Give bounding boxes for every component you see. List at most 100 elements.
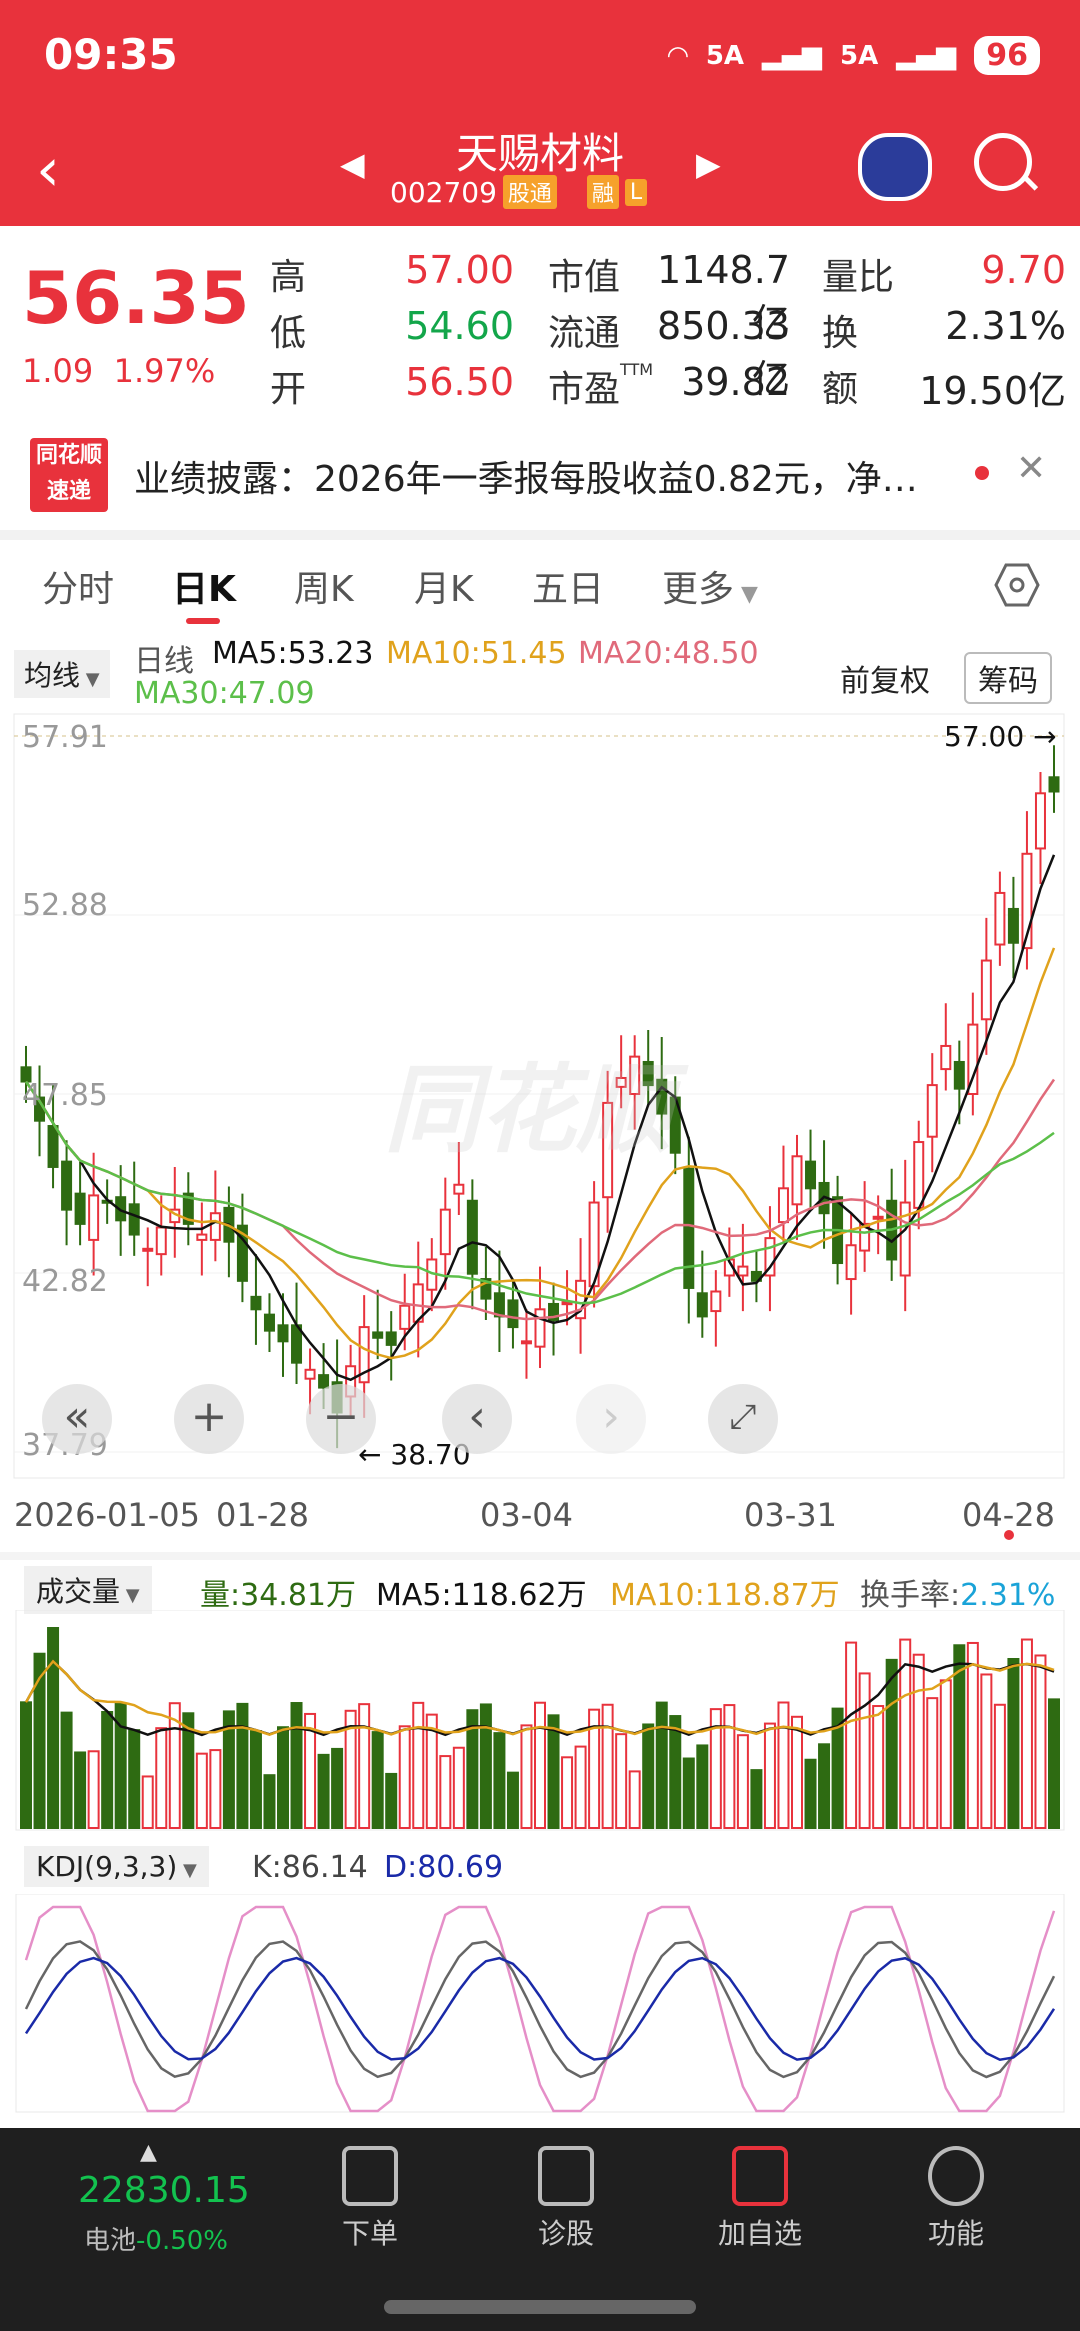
volume-bar: [534, 1701, 546, 1829]
chevron-down-icon: ▼: [120, 1585, 140, 1606]
adjust-toggle[interactable]: 前复权: [840, 656, 930, 700]
close-icon[interactable]: ✕: [1016, 448, 1046, 489]
nav-diagnose[interactable]: 诊股: [486, 2146, 646, 2252]
tab-more[interactable]: 更多 ▼: [662, 560, 758, 612]
kdj-chart[interactable]: [0, 1894, 1080, 2116]
high-value: 57.00: [405, 248, 514, 292]
x-tick: 03-04: [480, 1496, 573, 1534]
volume-bar: [926, 1697, 939, 1829]
y-tick: 57.91: [22, 720, 108, 755]
tab-intraday[interactable]: 分时: [42, 560, 114, 612]
stock-code-line: 002709 股通 融 L: [390, 175, 648, 209]
next-stock-icon[interactable]: ▶: [696, 145, 721, 183]
signal-bars-icon: ▂▄▆: [762, 40, 823, 71]
volume-bar: [1048, 1698, 1060, 1830]
candle-body: [250, 1295, 262, 1311]
volume-ma10-label: MA10:118.87万: [610, 1578, 840, 1613]
kline-chart[interactable]: 57.91 52.88 47.85 42.82 37.79 57.00 → ← …: [0, 712, 1080, 1482]
caret-up-icon[interactable]: ▲: [140, 2140, 157, 2165]
add-square-icon: [732, 2146, 788, 2206]
volume-bar: [601, 1703, 614, 1829]
volratio-label: 量比: [822, 257, 895, 298]
nav-functions[interactable]: 功能: [876, 2146, 1036, 2252]
volume-bar: [655, 1701, 668, 1829]
tab-five-day[interactable]: 五日: [532, 560, 604, 612]
volume-bar: [87, 1750, 100, 1830]
zoom-out-icon[interactable]: −: [306, 1384, 376, 1454]
volume-bar: [74, 1751, 87, 1829]
news-ticker[interactable]: 同花顺 速递 业绩披露：2026年一季报每股收益0.82元，净… ✕: [0, 420, 1080, 540]
volume-bar: [736, 1734, 749, 1829]
float-label: 流通: [548, 313, 621, 354]
turnover-rate-label: 换手率:2.31%: [860, 1578, 1056, 1613]
tab-daily-k[interactable]: 日K: [172, 560, 236, 612]
volume-bar: [412, 1701, 425, 1829]
volume-bar: [1007, 1658, 1020, 1829]
volume-bar: [290, 1702, 303, 1829]
volume-indicator-dropdown[interactable]: 成交量 ▼: [24, 1566, 152, 1614]
kdj-j-line: [24, 1905, 1056, 2113]
volume-bar: [195, 1752, 208, 1829]
zoom-in-icon[interactable]: +: [174, 1384, 244, 1454]
index-name: 电池-0.50%: [84, 2226, 228, 2256]
candle-body: [683, 1167, 695, 1289]
search-icon[interactable]: [974, 133, 1032, 191]
volume-bar: [615, 1733, 628, 1829]
volume-bar: [912, 1653, 925, 1829]
candle-body: [1034, 792, 1046, 850]
volume-bar: [249, 1730, 262, 1829]
news-text[interactable]: 业绩披露：2026年一季报每股收益0.82元，净…: [134, 450, 964, 502]
volume-bar: [141, 1775, 154, 1829]
amount-label: 额: [822, 369, 859, 410]
volume-bar: [723, 1704, 736, 1829]
tab-monthly-k[interactable]: 月K: [414, 560, 474, 612]
fullscreen-icon[interactable]: ⤢: [708, 1384, 778, 1454]
signal-2-icon: 5A: [840, 40, 879, 71]
active-tab-indicator: [186, 618, 220, 624]
volume-bar: [20, 1701, 32, 1829]
today-dot-icon: [1004, 1530, 1014, 1540]
candle-body: [994, 891, 1006, 946]
volume-bar: [479, 1703, 492, 1829]
tag-hk-connect: 股通: [502, 175, 557, 209]
title-bar: ‹ ◀ 天赐材料 002709 股通 融 L ▶: [0, 115, 1080, 225]
scroll-left-fast-icon[interactable]: «: [42, 1384, 112, 1454]
volume-chart[interactable]: [0, 1610, 1080, 1832]
x-tick: 01-28: [216, 1496, 309, 1534]
nav-order[interactable]: 下单: [290, 2146, 450, 2252]
kdj-indicator-dropdown[interactable]: KDJ(9,3,3) ▼: [24, 1846, 209, 1887]
tab-weekly-k[interactable]: 周K: [294, 560, 354, 612]
volume-bar: [371, 1731, 384, 1829]
candle-body: [263, 1313, 275, 1332]
candle-body: [507, 1299, 519, 1329]
chevron-down-icon: ▼: [177, 1860, 197, 1881]
candle-body: [913, 1141, 925, 1209]
scroll-left-icon[interactable]: ‹: [442, 1384, 512, 1454]
volume-bar: [574, 1745, 587, 1829]
nav-add-watch[interactable]: 加自选: [680, 2146, 840, 2252]
volume-bar: [628, 1770, 641, 1830]
index-value[interactable]: 22830.15: [78, 2170, 250, 2211]
price-change: 1.09 1.97%: [22, 352, 216, 390]
volume-label: 量:34.81万: [200, 1578, 356, 1613]
amount-value: 19.50亿: [919, 369, 1066, 413]
ma5-label: MA5:53.23: [212, 636, 374, 671]
candle-body: [209, 1212, 221, 1241]
candle-body: [940, 1044, 952, 1071]
chips-button[interactable]: 筹码: [964, 652, 1052, 704]
volume-bar: [777, 1701, 790, 1829]
scroll-right-icon[interactable]: ›: [576, 1384, 646, 1454]
settings-hex-icon[interactable]: [994, 562, 1040, 608]
assistant-robot-icon[interactable]: [858, 133, 932, 201]
candle-body: [710, 1290, 722, 1313]
candle-body: [696, 1292, 708, 1318]
low-value: 54.60: [405, 304, 514, 348]
candle-body: [74, 1192, 86, 1225]
pe-label: 市盈TTM: [548, 360, 654, 410]
period-tabs: 分时 日K 周K 月K 五日 更多 ▼: [0, 540, 1080, 630]
home-indicator[interactable]: [384, 2300, 696, 2314]
kdj-d-line: [24, 1956, 1056, 2062]
header-bar: 09:35 ◠ 5A ▂▄▆ 5A ▂▄▆ 96 ‹ ◀ 天赐材料 002709…: [0, 0, 1080, 226]
volume-bar: [358, 1703, 371, 1829]
indicator-dropdown[interactable]: 均线 ▼: [14, 650, 110, 698]
